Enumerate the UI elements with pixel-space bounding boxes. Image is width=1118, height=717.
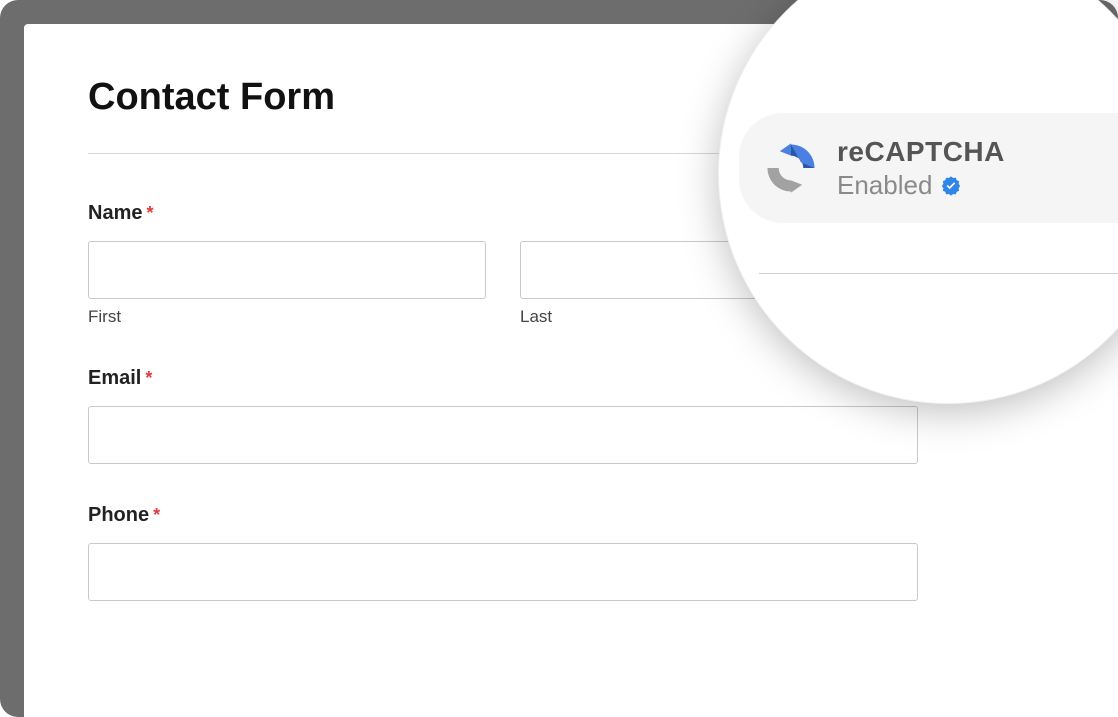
recaptcha-title: reCAPTCHA [837, 134, 1005, 169]
magnifier-divider [759, 273, 1118, 274]
magnifier-overlay: reCAPTCHA Enabled [718, 0, 1118, 404]
email-input[interactable] [88, 406, 918, 464]
name-label-text: Name [88, 202, 142, 225]
phone-label: Phone * [88, 504, 918, 527]
phone-row: Phone * [88, 504, 918, 601]
required-marker: * [153, 505, 160, 526]
recaptcha-status: Enabled [837, 169, 932, 202]
phone-input[interactable] [88, 543, 918, 601]
phone-label-text: Phone [88, 504, 149, 527]
recaptcha-pill[interactable]: reCAPTCHA Enabled [739, 113, 1118, 223]
email-label-text: Email [88, 367, 141, 390]
recaptcha-text: reCAPTCHA Enabled [837, 134, 1005, 202]
first-name-sublabel: First [88, 307, 486, 327]
required-marker: * [145, 368, 152, 389]
name-label: Name * [88, 202, 154, 225]
recaptcha-icon [763, 140, 819, 196]
form-sheet: Contact Form Name * First Last Email * [24, 24, 1118, 717]
recaptcha-status-row: Enabled [837, 169, 1005, 202]
magnifier-inner: reCAPTCHA Enabled [719, 0, 1118, 403]
window-frame: Contact Form Name * First Last Email * [0, 0, 1118, 717]
first-name-input[interactable] [88, 241, 486, 299]
required-marker: * [146, 203, 153, 224]
first-name-column: First [88, 241, 486, 327]
verified-badge-icon [940, 175, 962, 197]
